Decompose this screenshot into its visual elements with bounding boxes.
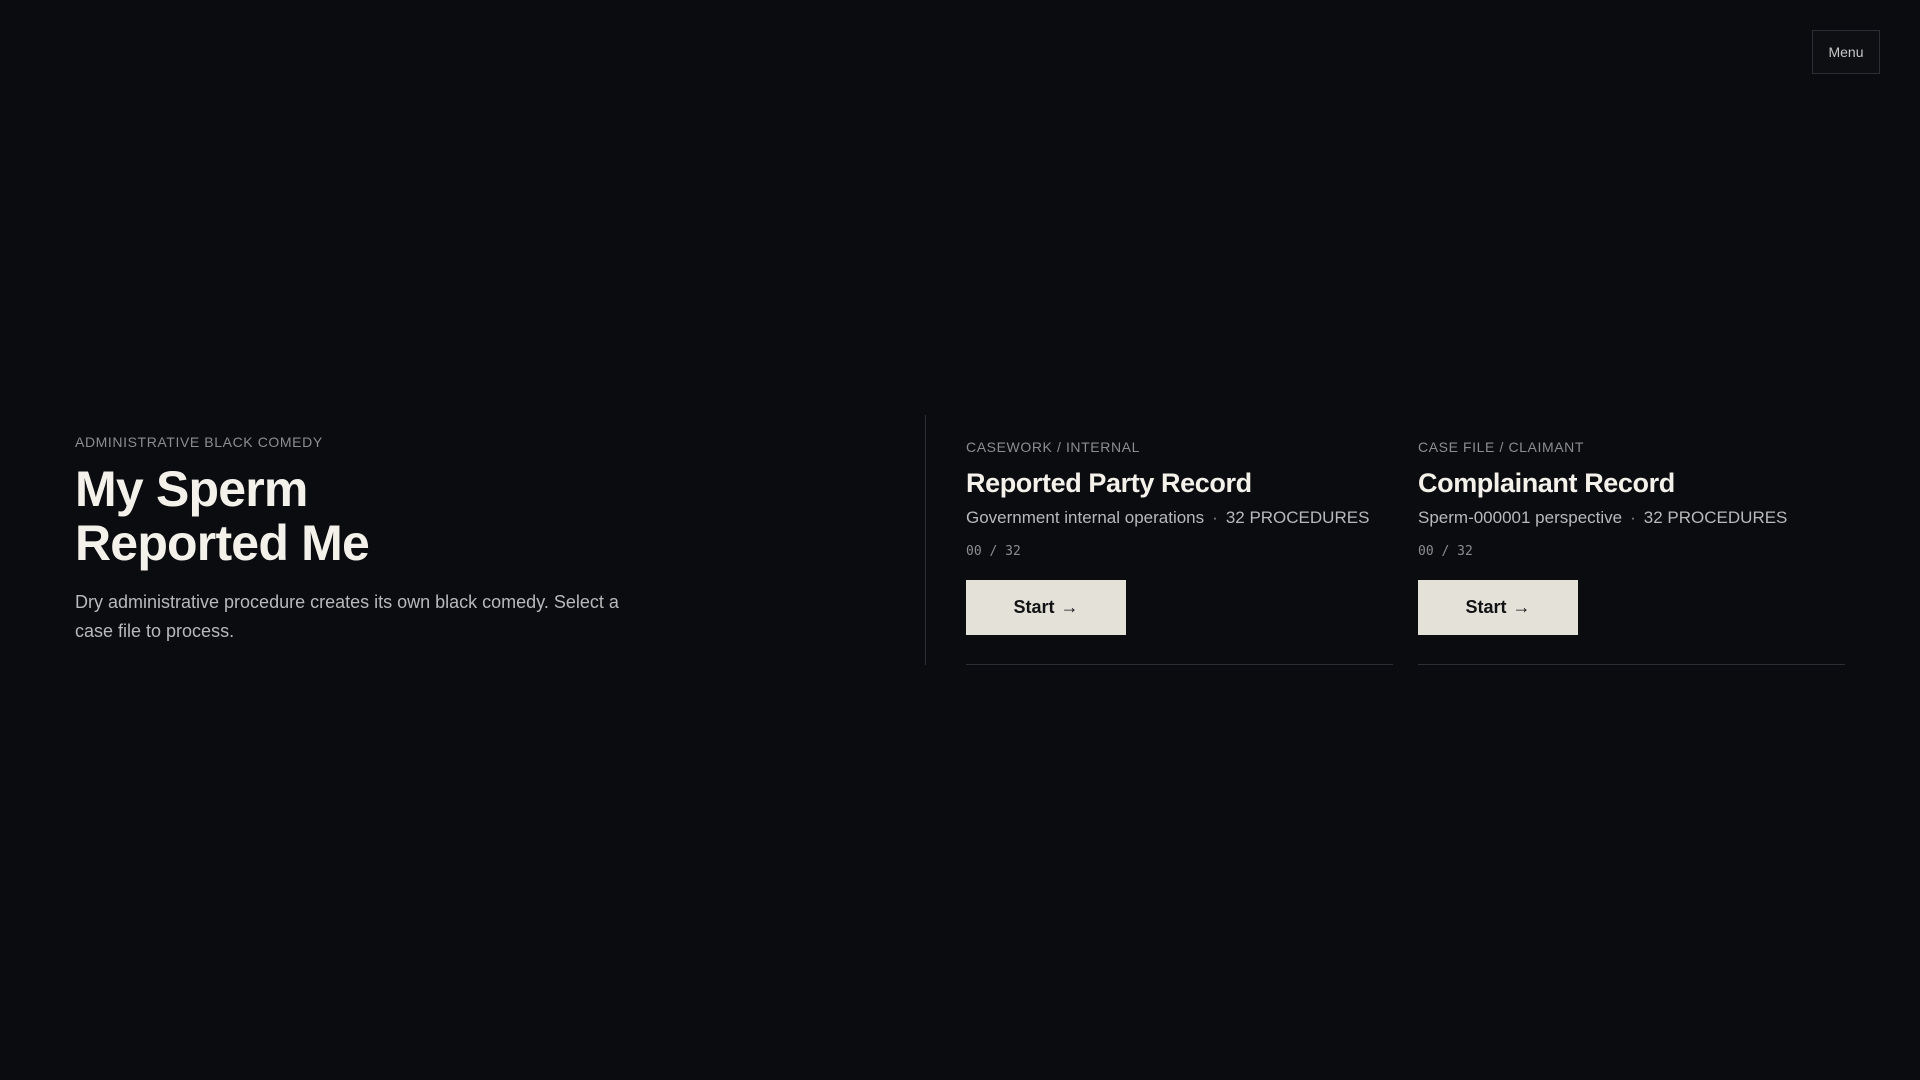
case-title: Reported Party Record xyxy=(966,468,1252,498)
case-description: Government internal operations xyxy=(966,508,1205,527)
case-meta: Government internal operations · 32 PROC… xyxy=(966,508,1393,528)
start-complainant-button[interactable]: Start → xyxy=(1418,580,1578,635)
menu-button[interactable]: Menu xyxy=(1812,30,1880,74)
title-line-1: My Sperm xyxy=(75,461,308,517)
arrow-right-icon: → xyxy=(1060,597,1079,617)
separator-dot: · xyxy=(1212,508,1218,527)
case-description: Sperm-000001 perspective xyxy=(1418,508,1623,527)
case-card-reported-party: CASEWORK / INTERNAL Reported Party Recor… xyxy=(966,415,1393,665)
case-meta: Sperm-000001 perspective · 32 PROCEDURES xyxy=(1418,508,1845,528)
landing-page: Menu ADMINISTRATIVE BLACK COMEDY My Sper… xyxy=(0,0,1920,1080)
start-reported-party-button[interactable]: Start → xyxy=(966,580,1126,635)
procedure-count: 32 PROCEDURES xyxy=(1225,508,1370,527)
case-progress: 00 / 32 xyxy=(966,544,1021,559)
case-progress: 00 / 32 xyxy=(1418,544,1473,559)
case-file-list: CASEWORK / INTERNAL Reported Party Recor… xyxy=(966,415,1846,665)
page-title: My Sperm Reported Me xyxy=(75,462,495,570)
case-kicker: CASE FILE / CLAIMANT xyxy=(1418,439,1585,455)
vertical-divider xyxy=(925,415,926,665)
case-kicker: CASEWORK / INTERNAL xyxy=(966,439,1140,455)
case-card-complainant: CASE FILE / CLAIMANT Complainant Record … xyxy=(1418,415,1845,665)
title-line-2: Reported Me xyxy=(75,515,370,571)
separator-dot: · xyxy=(1630,508,1636,527)
hero-subtitle: Dry administrative procedure creates its… xyxy=(75,592,619,641)
hero-section: ADMINISTRATIVE BLACK COMEDY My Sperm Rep… xyxy=(75,434,715,646)
start-button-label: Start xyxy=(1013,597,1055,617)
case-title: Complainant Record xyxy=(1418,468,1675,498)
hero-eyebrow: ADMINISTRATIVE BLACK COMEDY xyxy=(75,434,323,450)
arrow-right-icon: → xyxy=(1512,597,1531,617)
start-button-label: Start xyxy=(1465,597,1507,617)
procedure-count: 32 PROCEDURES xyxy=(1643,508,1788,527)
